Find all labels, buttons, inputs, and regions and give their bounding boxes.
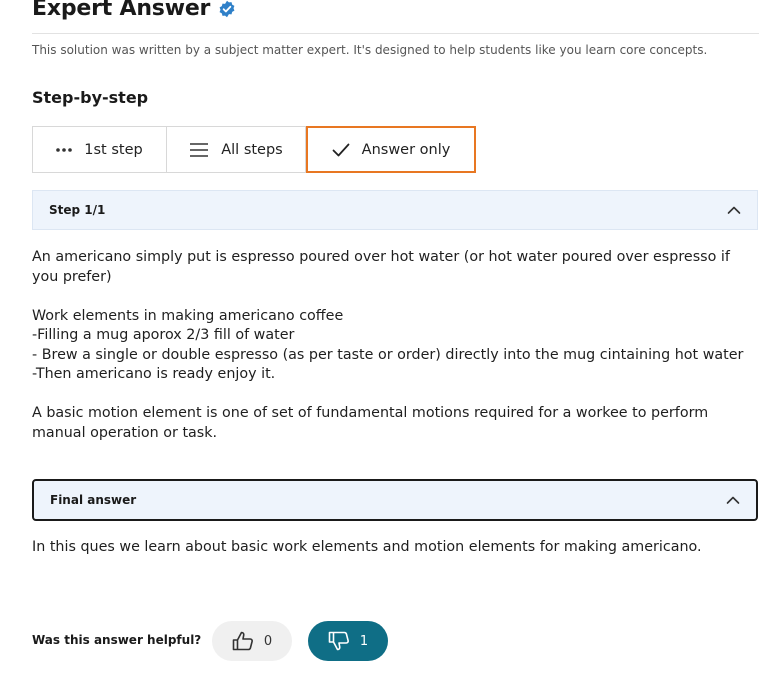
helpful-question: Was this answer helpful? [32,633,202,647]
thumbs-up-icon [232,631,253,651]
step-paragraph: -Then americano is ready enjoy it. [32,366,276,382]
check-icon [332,143,350,156]
final-answer-content: In this ques we learn about basic work e… [32,538,757,558]
header-divider [32,33,759,34]
tab-all-steps[interactable]: All steps [167,126,306,173]
tab-label: 1st step [84,141,143,158]
downvote-count: 1 [359,633,369,649]
dots-icon [56,147,73,152]
step-view-tabs: 1st step All steps Answer only [32,126,476,173]
step-paragraph: Work elements in making americano coffee [32,307,344,324]
step-paragraph: A basic motion element is one of set of … [32,405,709,441]
list-icon [190,142,209,157]
thumbs-down-icon [328,631,349,651]
chevron-up-icon[interactable] [726,493,740,507]
thumbs-up-button[interactable]: 0 [212,621,292,661]
tab-1st-step[interactable]: 1st step [32,126,167,173]
tab-answer-only[interactable]: Answer only [306,126,476,173]
step-panel-label: Step 1/1 [49,203,106,217]
upvote-count: 0 [263,633,273,649]
tab-label: Answer only [361,141,451,158]
step-paragraph: -Filling a mug aporox 2/3 fill of water [32,327,295,343]
step-panel-header[interactable]: Step 1/1 [32,190,758,230]
step-paragraph: An americano simply put is espresso pour… [32,249,730,285]
step-content: An americano simply put is espresso pour… [32,248,757,443]
verified-badge-icon [219,0,235,17]
tab-label: All steps [221,141,283,158]
expert-note: This solution was written by a subject m… [32,43,708,57]
final-answer-label: Final answer [50,493,137,507]
final-answer-header[interactable]: Final answer [32,479,758,521]
section-title: Step-by-step [32,88,149,107]
title-row: Expert Answer [32,0,236,21]
chevron-up-icon[interactable] [727,203,741,217]
thumbs-down-button[interactable]: 1 [308,621,388,661]
page-title: Expert Answer [32,0,211,21]
step-paragraph: - Brew a single or double espresso (as p… [32,346,744,363]
final-answer-text: In this ques we learn about basic work e… [32,539,702,555]
